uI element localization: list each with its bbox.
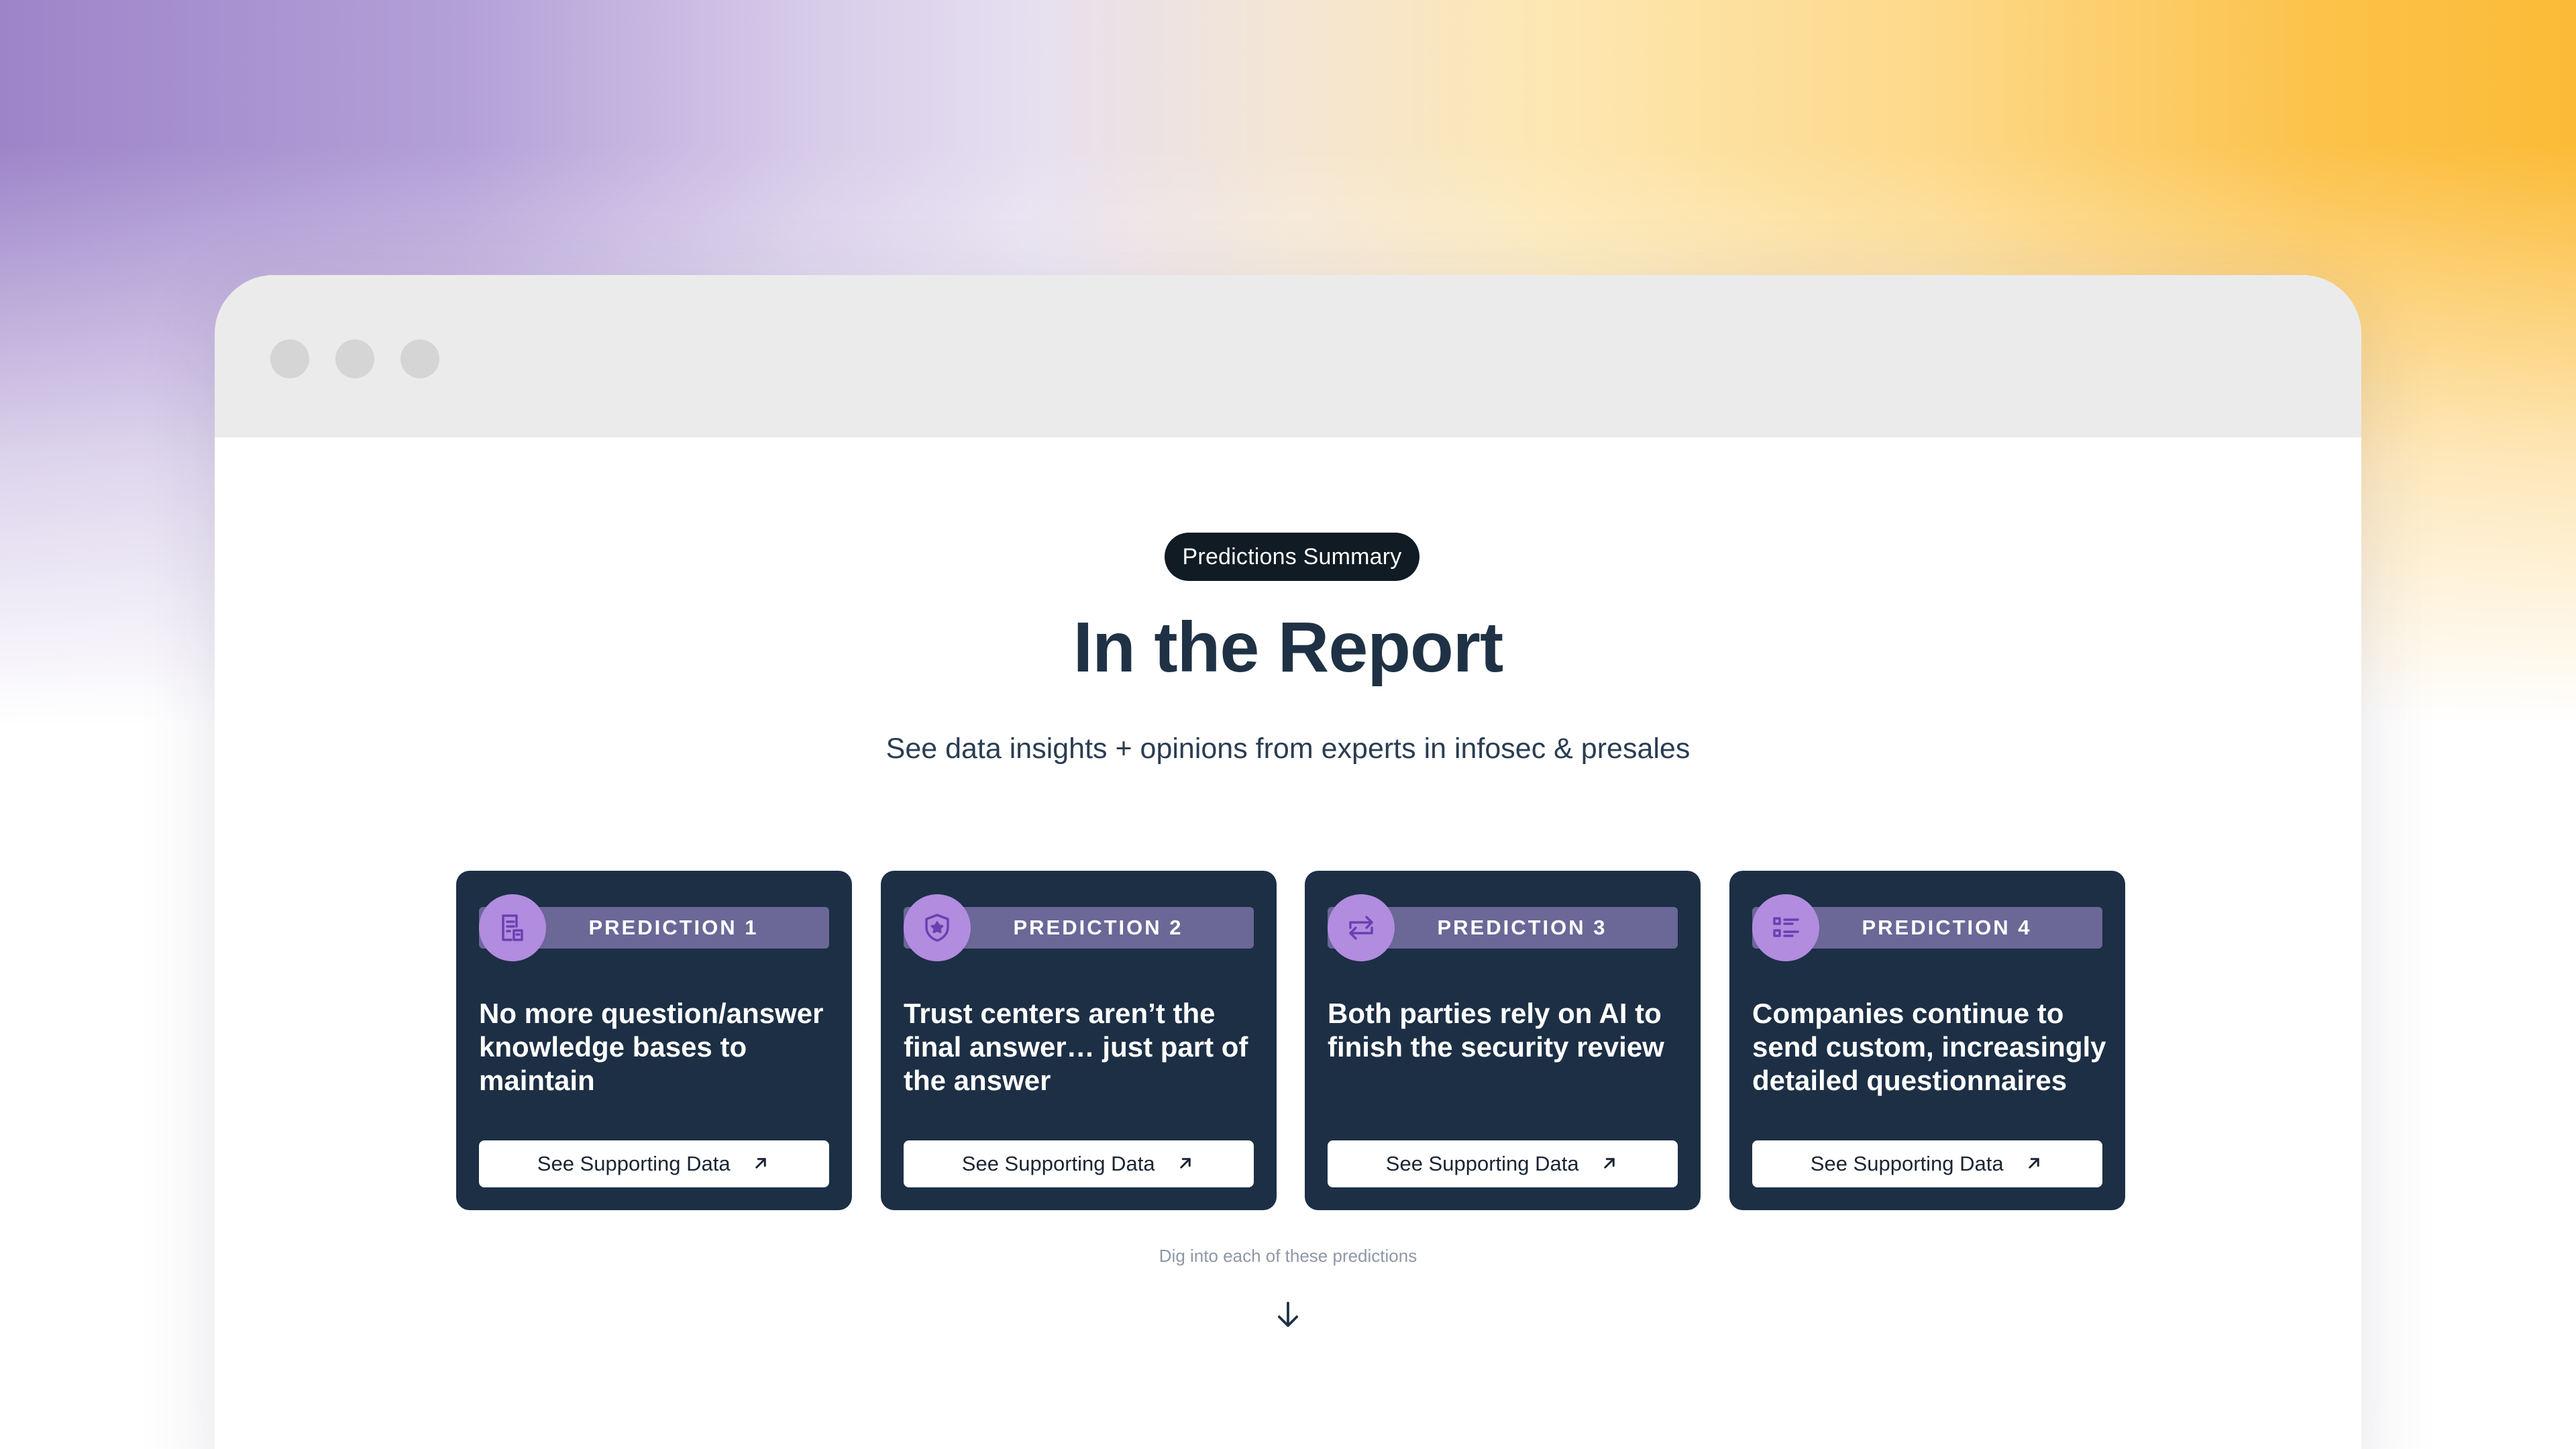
prediction-label: PREDICTION 1	[588, 916, 759, 939]
see-supporting-data-button[interactable]: See Supporting Data	[1328, 1140, 1678, 1187]
document-icon	[479, 894, 546, 961]
shield-star-icon	[904, 894, 971, 961]
button-label: See Supporting Data	[537, 1152, 731, 1175]
scroll-hint-text: Dig into each of these predictions	[1159, 1246, 1417, 1266]
arrow-up-right-icon	[1604, 1158, 1615, 1169]
button-label: See Supporting Data	[961, 1152, 1155, 1175]
prediction-label: PREDICTION 2	[1013, 916, 1183, 939]
page-title: In the Report	[1073, 608, 1504, 687]
see-supporting-data-button[interactable]: See Supporting Data	[479, 1140, 829, 1187]
see-supporting-data-button[interactable]: See Supporting Data	[904, 1140, 1254, 1187]
prediction-card-3: PREDICTION 3 Both parties rely on AI to …	[1305, 871, 1701, 1210]
section-badge: Predictions Summary	[1165, 533, 1419, 581]
checklist-icon	[1752, 894, 1819, 961]
arrow-up-right-icon	[1180, 1158, 1191, 1169]
window-maximize-dot[interactable]	[400, 339, 439, 378]
window-close-dot[interactable]	[270, 339, 309, 378]
button-label: See Supporting Data	[1385, 1152, 1579, 1175]
arrow-up-right-icon	[2029, 1158, 2039, 1169]
prediction-card-2: PREDICTION 2 Trust centers aren’t the fi…	[881, 871, 1277, 1210]
window-titlebar	[215, 275, 2361, 437]
window-minimize-dot[interactable]	[335, 339, 374, 378]
see-supporting-data-button[interactable]: See Supporting Data	[1752, 1140, 2102, 1187]
prediction-label: PREDICTION 4	[1862, 916, 2032, 939]
page-subtitle: See data insights + opinions from expert…	[885, 733, 1690, 765]
prediction-label: PREDICTION 3	[1437, 916, 1607, 939]
browser-window: Predictions Summary In the Report See da…	[215, 275, 2361, 1449]
prediction-title: Both parties rely on AI to finish the se…	[1328, 998, 1664, 1063]
prediction-title: No more question/answer knowledge bases …	[479, 998, 824, 1096]
arrow-down-icon[interactable]	[1276, 1300, 1300, 1330]
prediction-title: Trust centers aren’t the final answer… j…	[904, 998, 1248, 1096]
prediction-card-1: PREDICTION 1 No more question/answer kno…	[456, 871, 852, 1210]
swap-arrows-icon	[1328, 894, 1395, 961]
prediction-title: Companies continue to send custom, incre…	[1752, 998, 2106, 1096]
button-label: See Supporting Data	[1810, 1152, 2004, 1175]
arrow-up-right-icon	[755, 1158, 766, 1169]
page-content: Predictions Summary In the Report See da…	[215, 437, 2361, 1449]
prediction-card-4: PREDICTION 4 Companies continue to send …	[1729, 871, 2125, 1210]
